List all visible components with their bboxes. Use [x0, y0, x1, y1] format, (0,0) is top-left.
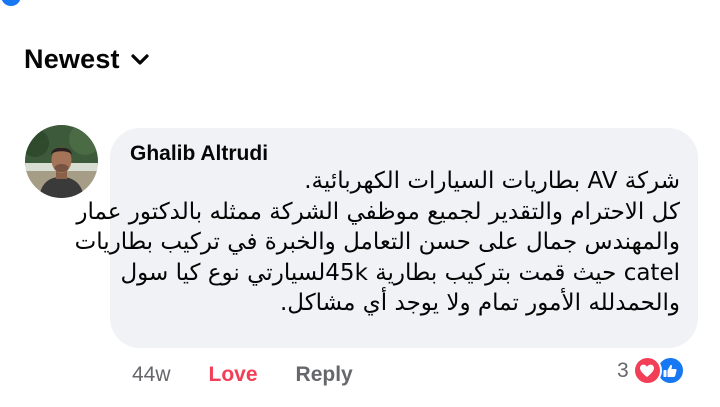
comment-timestamp[interactable]: 44w: [132, 363, 171, 387]
reply-button[interactable]: Reply: [296, 363, 353, 387]
heart-icon: [632, 356, 662, 385]
sort-dropdown[interactable]: Newest: [24, 44, 150, 75]
comment-line: catel حيث قمت بتركيب بطارية 45kلسيارتي ن…: [120, 259, 680, 286]
comment-actions: 44w Love Reply: [132, 363, 353, 387]
comment-line: والمهندس جمال على حسن التعامل والخبرة في…: [74, 229, 680, 255]
comment-text: شركة AV بطاريات السيارات الكهربائية. كل …: [74, 166, 680, 319]
avatar[interactable]: [25, 125, 98, 198]
comment-bubble: Ghalib Altrudi شركة AV بطاريات السيارات …: [74, 128, 698, 348]
user-profile-photo: [25, 125, 98, 198]
comment-author[interactable]: Ghalib Altrudi: [130, 142, 268, 166]
comment-line: والحمدلله الأمور تمام ولا يوجد أي مشاكل.: [279, 290, 680, 316]
reaction-count: 3: [617, 358, 629, 382]
chevron-down-icon: [131, 53, 149, 65]
comment-line: كل الاحترام والتقدير لجميع موظفي الشركة …: [76, 198, 680, 225]
sort-label: Newest: [24, 44, 120, 74]
reaction-summary[interactable]: 3: [617, 356, 685, 385]
love-button[interactable]: Love: [209, 363, 258, 387]
comment-line: شركة AV بطاريات السيارات الكهربائية.: [304, 168, 680, 194]
top-partial-icon: [1, 0, 21, 6]
